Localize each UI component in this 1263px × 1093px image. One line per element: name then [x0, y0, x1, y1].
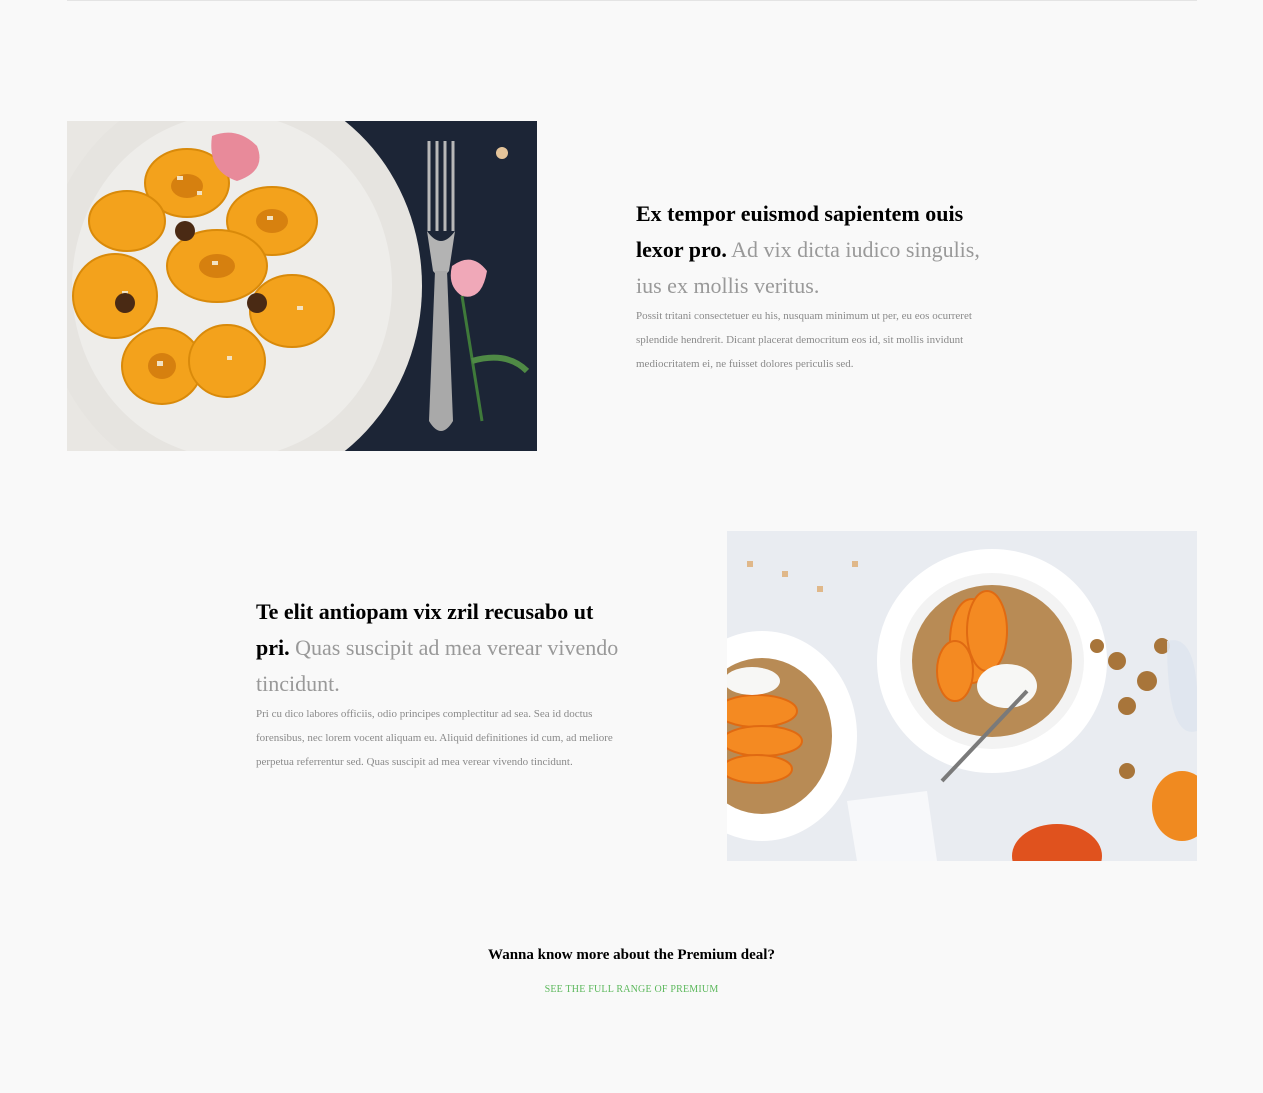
- feature-text-1: Ex tempor euismod sapientem ouis lexor p…: [636, 196, 1008, 376]
- feature-headline: Te elit antiopam vix zril recusabo ut pr…: [256, 594, 628, 702]
- feature-image-apricots: [67, 121, 537, 451]
- feature-text-2: Te elit antiopam vix zril recusabo ut pr…: [256, 594, 628, 774]
- feature-headline: Ex tempor euismod sapientem ouis lexor p…: [636, 196, 1008, 304]
- feature-body: Pri cu dico labores officiis, odio princ…: [256, 708, 613, 768]
- feature-body: Possit tritani consectetuer eu his, nusq…: [636, 310, 972, 370]
- feature-image-granola: [727, 531, 1197, 861]
- cta-heading: Wanna know more about the Premium deal?: [488, 947, 775, 963]
- top-divider: [67, 0, 1197, 1]
- feature-headline-light: Quas suscipit ad mea verear vivendo tinc…: [256, 635, 619, 696]
- premium-range-link[interactable]: SEE THE FULL RANGE OF PREMIUM: [0, 984, 1263, 995]
